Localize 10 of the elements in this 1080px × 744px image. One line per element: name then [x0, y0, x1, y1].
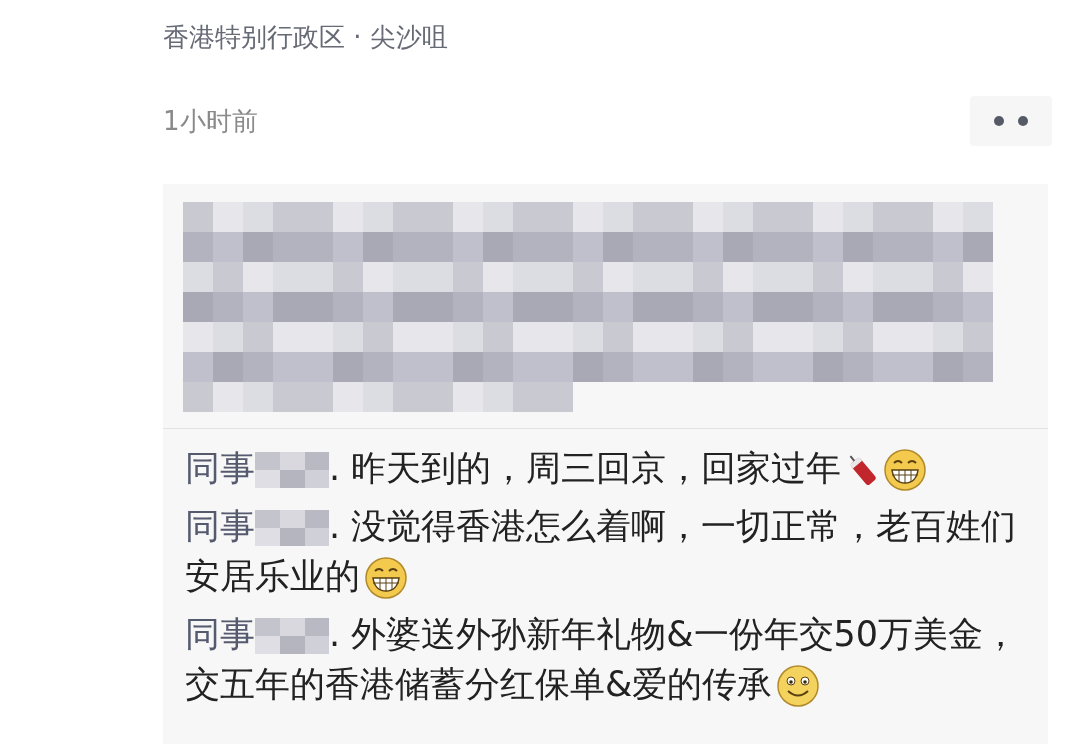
location-label[interactable]: 香港特别行政区 · 尖沙咀 — [163, 0, 1048, 56]
more-icon — [993, 115, 1029, 127]
more-button[interactable] — [970, 96, 1052, 146]
comment-text: 同事 . 昨天到的，周三回京，回家过年 — [185, 443, 1020, 493]
grinning-face-icon — [364, 556, 408, 600]
comment-text: 同事 . 没觉得香港怎么着啊，一切正常，老百姓们安居乐业的 — [185, 501, 1020, 601]
post-time: 1小时前 — [163, 105, 258, 138]
comment-text: 同事 . 外婆送外孙新年礼物&一份年交50万美金，交五年的香港储蓄分红保单&爱的传承 — [185, 609, 1020, 709]
smiling-face-icon — [776, 664, 821, 708]
grinning-face-icon — [883, 448, 928, 492]
